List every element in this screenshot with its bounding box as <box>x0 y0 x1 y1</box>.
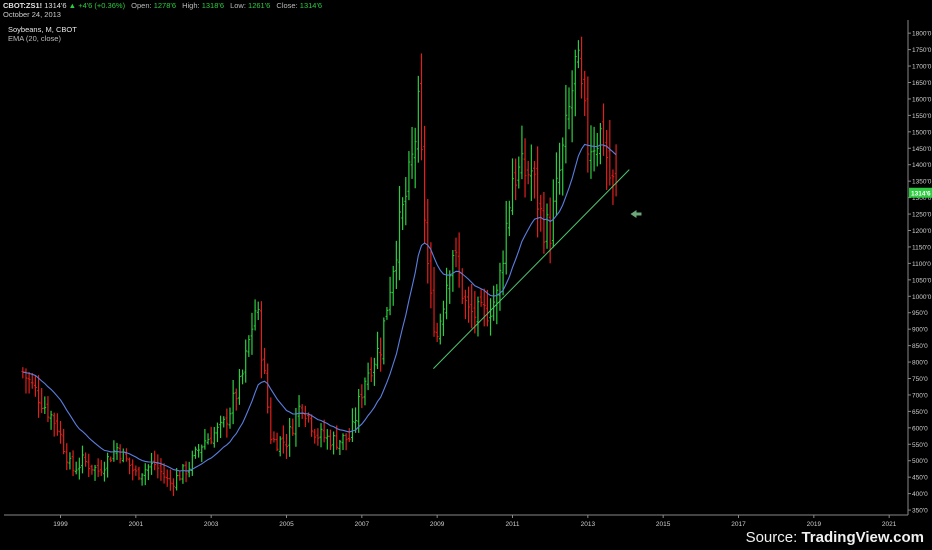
up-arrow-icon: ▲ <box>68 1 77 10</box>
low-value: 1261'6 <box>248 1 271 10</box>
y-tick-label: 1450'0 <box>912 146 932 153</box>
open-value: 1278'6 <box>153 1 176 10</box>
y-tick-label: 350'0 <box>912 508 928 515</box>
y-tick-label: 1400'0 <box>912 162 932 169</box>
x-tick-label: 2001 <box>129 521 144 528</box>
y-tick-label: 1800'0 <box>912 31 932 38</box>
y-tick-label: 850'0 <box>912 343 928 350</box>
y-tick-label: 1100'0 <box>912 261 931 268</box>
source-prefix: Source: <box>745 529 802 546</box>
x-tick-label: 2003 <box>204 521 219 528</box>
current-price-label: 1314'6 <box>911 190 931 197</box>
y-tick-label: 1200'0 <box>912 228 932 235</box>
y-tick-label: 950'0 <box>912 310 928 317</box>
y-tick-label: 750'0 <box>912 376 928 383</box>
price-change: +4'6 (+0.36%) <box>78 1 126 10</box>
low-label: Low: <box>230 1 246 10</box>
y-tick-label: 1000'0 <box>912 294 932 301</box>
y-tick-label: 1750'0 <box>912 47 932 54</box>
x-tick-label: 2015 <box>656 521 671 528</box>
source-brand[interactable]: TradingView.com <box>801 529 924 546</box>
x-tick-label: 2017 <box>731 521 746 528</box>
open-label: Open: <box>131 1 152 10</box>
x-tick-label: 2013 <box>581 521 596 528</box>
x-tick-label: 2011 <box>506 521 520 528</box>
y-tick-label: 550'0 <box>912 442 928 449</box>
y-tick-label: 1550'0 <box>912 113 932 120</box>
y-tick-label: 1650'0 <box>912 80 932 87</box>
chart-background <box>0 0 932 550</box>
source-credit: Source: TradingView.com <box>746 529 924 546</box>
x-tick-label: 2007 <box>355 521 370 528</box>
chart-date: October 24, 2013 <box>3 10 61 19</box>
y-tick-label: 400'0 <box>912 491 928 498</box>
symbol-name[interactable]: CBOT:ZS1! <box>3 1 42 10</box>
high-label: High: <box>182 1 200 10</box>
high-value: 1318'6 <box>201 1 224 10</box>
y-tick-label: 600'0 <box>912 425 928 432</box>
x-tick-label: 2009 <box>430 521 445 528</box>
y-tick-label: 1700'0 <box>912 64 932 71</box>
y-tick-label: 900'0 <box>912 327 928 334</box>
last-price: 1314'6 <box>44 1 67 10</box>
y-tick-label: 500'0 <box>912 458 928 465</box>
x-tick-label: 1999 <box>53 521 68 528</box>
chart-title: Soybeans, M, CBOT <box>8 25 77 34</box>
y-tick-label: 800'0 <box>912 360 928 367</box>
x-tick-label: 2005 <box>279 521 294 528</box>
y-tick-label: 1500'0 <box>912 129 932 136</box>
x-tick-label: 2021 <box>882 521 897 528</box>
x-tick-label: 2019 <box>807 521 822 528</box>
indicator-label[interactable]: EMA (20, close) <box>8 34 61 43</box>
y-tick-label: 1150'0 <box>912 244 931 251</box>
price-chart[interactable]: 1999 2001 2003 2005 2007 2009 2011 2013 2015 2017… <box>0 0 932 550</box>
y-tick-label: 650'0 <box>912 409 928 416</box>
y-tick-label: 1050'0 <box>912 277 932 284</box>
y-tick-label: 700'0 <box>912 392 928 399</box>
y-tick-label: 1350'0 <box>912 179 932 186</box>
y-tick-label: 1600'0 <box>912 96 932 103</box>
y-tick-label: 450'0 <box>912 475 928 482</box>
y-tick-label: 1250'0 <box>912 212 932 219</box>
close-value: 1314'6 <box>299 1 323 10</box>
close-label: Close: <box>276 1 298 10</box>
